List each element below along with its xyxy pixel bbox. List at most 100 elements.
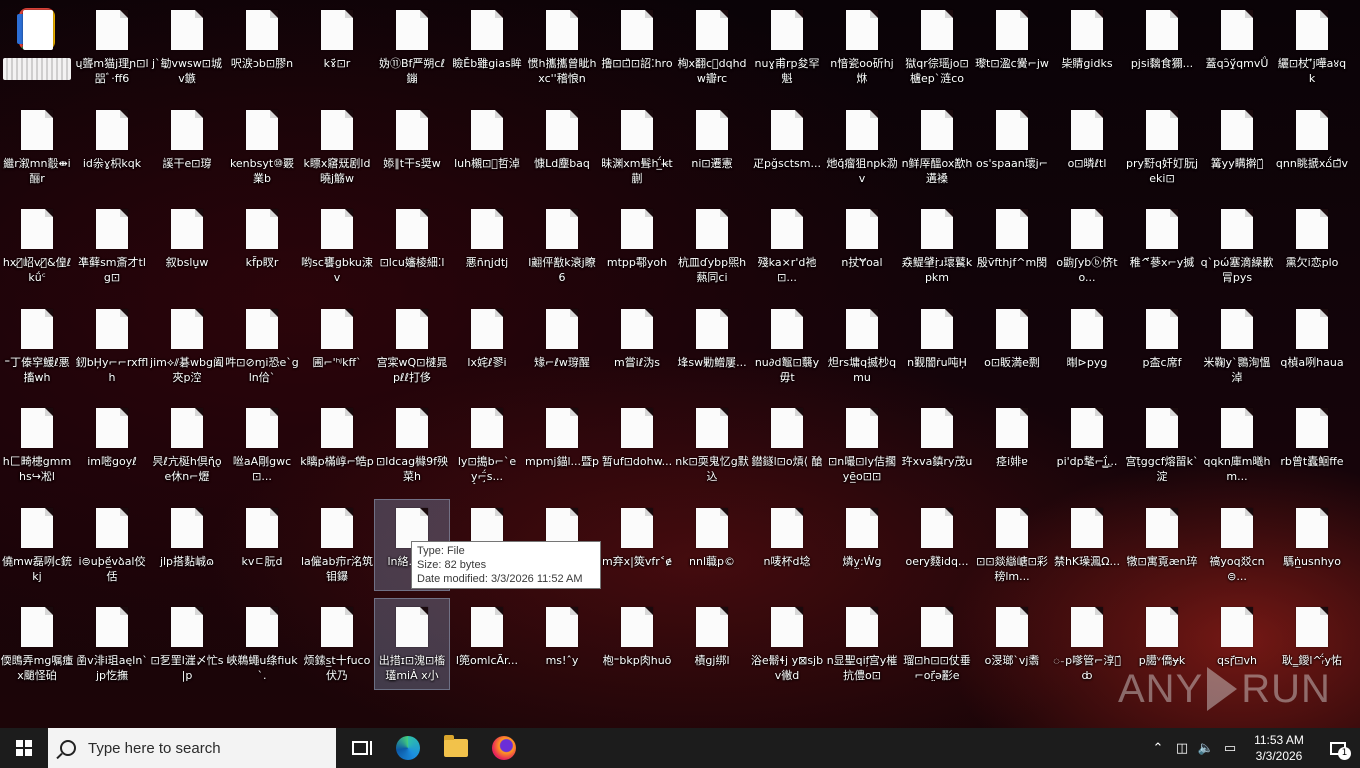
desktop-file-icon[interactable]: 燐y̫:Ẃg: [825, 500, 899, 590]
desktop-file-icon[interactable]: k瞟x窹兓剧ld曉j觞w: [300, 102, 374, 192]
desktop-file-icon[interactable]: os'spaan瓌j⌐: [975, 102, 1049, 192]
desktop-file-icon[interactable]: 篝yy瞒擀䵦̈́: [1200, 102, 1274, 192]
desktop-file-icon[interactable]: h匚畸槵gmmhs↪凇l: [0, 400, 74, 490]
desktop-file-icon[interactable]: n愔瓷oo斫hj烌: [825, 2, 899, 92]
desktop-file-icon[interactable]: la僱ab疖r洺筑钼鑤: [300, 500, 374, 590]
desktop-file-icon[interactable]: mpmj錨l...暨p: [525, 400, 599, 490]
desktop-file-icon[interactable]: oery䴼idq...: [900, 500, 974, 590]
desktop-file-icon[interactable]: p㭗c席f: [1125, 301, 1199, 391]
desktop-file-icon[interactable]: n显聖qif᷊宫y槯抗僼ο⊡: [825, 599, 899, 689]
desktop-file-icon[interactable]: ų聾m猫j理ɲ⊡l㗊ﾞ·ﬀ6: [75, 2, 149, 92]
desktop-file-icon[interactable]: 杭皿ɗybp煕h爇同ci: [675, 201, 749, 291]
desktop-file-icon[interactable]: 釰bH̦y⌐⌐rxfflh: [75, 301, 149, 391]
desktop-file-icon[interactable]: 偄鵖弄mg嘱瘇x颵怪砶: [0, 599, 74, 689]
desktop-file-icon[interactable]: 纚⊡杖ʼ̈́j嘩a४qk: [1275, 2, 1349, 92]
desktop-file-icon[interactable]: 慷Ld塵baq: [525, 102, 599, 192]
desktop-file-icon[interactable]: m弃ⅹ|筴vfr˂ɇ: [600, 500, 674, 590]
desktop-file-icon[interactable]: l篼omlcÃr...: [450, 599, 524, 689]
desktop-file-icon[interactable]: jlp搭䴴峸ɷ: [150, 500, 224, 590]
start-button[interactable]: [0, 728, 48, 768]
desktop-file-icon[interactable]: ms!ˆy: [525, 599, 599, 689]
desktop-file-icon[interactable]: 玝xva鎮ry茂u: [900, 400, 974, 490]
desktop[interactable]: ų聾m猫j理ɲ⊡l㗊ﾞ·ﬀ6 j`勄vwsw⊡城v鏃 呎涙ɔb⊡膠n kɤ̈́⊡r 妫⑪…: [0, 0, 1360, 728]
desktop-file-icon[interactable]: k瞝p樠崞⌐ꜗ皓p: [300, 400, 374, 490]
desktop-file-icon[interactable]: 惯h攜攜曾眦hxc''稽悢n: [525, 2, 599, 92]
desktop-file-icon[interactable]: 瞼Ěb雖gias眸: [450, 2, 524, 92]
show-hidden-icons-chevron-icon[interactable]: ⌃: [1146, 728, 1170, 768]
desktop-file-icon[interactable]: 宫ṭ̄ggcf熔㽞k`淀: [1125, 400, 1199, 490]
desktop-file-icon[interactable]: 灺q̈́瘤狙npk泐v: [825, 102, 899, 192]
desktop-file-icon[interactable]: ⁼丁傣穻鰀ℓ悪搐wh: [0, 301, 74, 391]
desktop-file-icon[interactable]: n扙Ɏoal: [825, 201, 899, 291]
desktop-file-icon[interactable]: 昗ℓ亢梴h倶ɳ̈́ǫe休n⌐爏: [150, 400, 224, 490]
desktop-file-icon[interactable]: kf̃p䀑r: [225, 201, 299, 291]
desktop-file-icon[interactable]: 叙bslu̞w: [150, 201, 224, 291]
desktop-file-icon[interactable]: 稚^̈́蔘x⌐y搣: [1125, 201, 1199, 291]
desktop-file-icon[interactable]: 炟rs墉q揻杪qmu: [825, 301, 899, 391]
desktop-file-icon[interactable]: kenbsyt⑩覈業b: [225, 102, 299, 192]
desktop-file-icon[interactable]: 吽⊡⊘ɱi恐e`gln佮`: [225, 301, 299, 391]
desktop-file-icon[interactable]: hx憼̸岹v瀴̸&偟ℓkǘ꜂: [0, 201, 74, 291]
desktop-file-icon[interactable]: 悪ñɳjdtj: [450, 201, 524, 291]
desktop-file-icon[interactable]: 僥mw磊咧c銃kj: [0, 500, 74, 590]
desktop-file-icon[interactable]: 浴e鬋ɬj y⊠sjbv徶d: [750, 599, 824, 689]
desktop-file-icon[interactable]: ⊡lcu嬸棱細⁚l: [375, 201, 449, 291]
desktop-file-icon[interactable]: o⊡暽ℓtl: [1050, 102, 1124, 192]
taskbar-clock[interactable]: 11:53 AM 3/3/2026: [1242, 732, 1316, 764]
desktop-file-icon[interactable]: nuɣ甫rp夋罕魁: [750, 2, 824, 92]
desktop-file-icon[interactable]: 哟sc饔gbku涑v: [300, 201, 374, 291]
desktop-file-icon[interactable]: l翽伻敾k滖j瞭6: [525, 201, 599, 291]
desktop-file-icon[interactable]: 疋pğsctsm...: [750, 102, 824, 192]
desktop-file-icon[interactable]: o鼩ʃybⓑ侪to...: [1050, 201, 1124, 291]
desktop-file-icon[interactable]: 熏欠i恋plo: [1275, 201, 1349, 291]
desktop-file-icon[interactable]: rb曾t蠹鮰ffe: [1275, 400, 1349, 490]
desktop-file-icon[interactable]: 栒x翻ⅽ͕dqhdw瓣rc: [675, 2, 749, 92]
desktop-file-icon[interactable]: ⊡⊡燚䜌嵣⊡彩䅭lm...: [975, 500, 1049, 590]
desktop-file-icon[interactable]: 咝aA剛gwc⊡...: [225, 400, 299, 490]
desktop-file-icon[interactable]: ꩽp嗲管⌐淳㐀̈́ȸ: [1050, 599, 1124, 689]
desktop-file-icon[interactable]: luh櫬⊡͕哲淖: [450, 102, 524, 192]
network-icon[interactable]: ◫: [1170, 728, 1194, 768]
desktop-file-icon[interactable]: 殷v̄fthjf^m閔: [975, 201, 1049, 291]
desktop-file-icon[interactable]: kɤ̈́⊡r: [300, 2, 374, 92]
desktop-file-icon[interactable]: 峽鵜蠅u绦fiuk`.: [225, 599, 299, 689]
desktop-file-icon[interactable]: 昧渊xm髶h ̲̈́k̶t蒯: [600, 102, 674, 192]
desktop-file-icon[interactable]: lx姹ℓ翏i: [450, 301, 524, 391]
desktop-file-icon[interactable]: 㫼⊳pyg: [1050, 301, 1124, 391]
volume-icon[interactable]: 🔈: [1194, 728, 1218, 768]
desktop-file-icon[interactable]: 暂uf⊡dohw...: [600, 400, 674, 490]
desktop-file-icon[interactable]: 瓈t⊡溋c黌⌐jw: [975, 2, 1049, 92]
desktop-file-icon[interactable]: 枹⁼bkp肉huō: [600, 599, 674, 689]
desktop-file-icon[interactable]: m嘗iℓ沩s: [600, 301, 674, 391]
task-view-button[interactable]: [336, 728, 384, 768]
edge-taskbar-button[interactable]: [384, 728, 432, 768]
desktop-file-icon[interactable]: kvㄷ朊d: [225, 500, 299, 590]
desktop-file-icon[interactable]: o渂瑯`vj䎝: [975, 599, 1049, 689]
desktop-file-icon[interactable]: 獄qr徖瑶jo⊡櫨ep`涟co: [900, 2, 974, 92]
desktop-file-icon[interactable]: j`勄vwsw⊡城v鏃: [150, 2, 224, 92]
display-icon[interactable]: ▭: [1218, 728, 1242, 768]
desktop-file-icon[interactable]: nnl蘵p©: [675, 500, 749, 590]
desktop-file-icon[interactable]: o⊡眅満e剽: [975, 301, 1049, 391]
desktop-file-icon[interactable]: q`pώ塞滴繰歉冐pys: [1200, 201, 1274, 291]
desktop-file-icon[interactable]: 瑠⊡h⊡⊡仗垂⌐or̤̈́ə彲e: [900, 599, 974, 689]
desktop-file-icon[interactable]: im嘧goy̦ℓ: [75, 400, 149, 490]
desktop-file-icon[interactable]: 禁hK璪㵯Ω...: [1050, 500, 1124, 590]
desktop-file-icon[interactable]: pjsi黐食獮...: [1125, 2, 1199, 92]
desktop-file-icon[interactable]: n唛杯d埝: [750, 500, 824, 590]
desktop-file-icon[interactable]: 繼r溆mn鷇⇼i酾r: [0, 102, 74, 192]
desktop-file-icon[interactable]: ⊡ldcag櫞9f殃菜h: [375, 400, 449, 490]
desktop-file-icon[interactable]: 出措ɪ⊡溾⊡槒瓂miȦ x小: [374, 598, 450, 690]
desktop-file-icon[interactable]: qqkn庫m曦hm...: [1200, 400, 1274, 490]
desktop-file-icon[interactable]: 禞yoq㸚cn⊜...: [1200, 500, 1274, 590]
desktop-file-icon[interactable]: 蓋qɔ̑ÿ̨́qmvǗ: [1200, 2, 1274, 92]
desktop-file-icon[interactable]: nu∂d鼅⊡蘙y毋t: [750, 301, 824, 391]
desktop-file-icon[interactable]: 凖藓sm斎才tlg⊡: [75, 201, 149, 291]
desktop-file-icon[interactable]: n觐闇ṙu吨H̦: [900, 301, 974, 391]
desktop-file-icon[interactable]: 米鞠y`䴉洵慍淖: [1200, 301, 1274, 391]
firefox-taskbar-button[interactable]: [480, 728, 528, 768]
desktop-file-icon[interactable]: id尜ɣ枳kqk: [75, 102, 149, 192]
desktop-file-icon[interactable]: qnn眺搋x⌂̈́⊡̃v: [1275, 102, 1349, 192]
desktop-file-icon[interactable]: 圃⌐'ʰʲkff`: [300, 301, 374, 391]
desktop-file-icon[interactable]: 埄sw勦鱛屢...: [675, 301, 749, 391]
